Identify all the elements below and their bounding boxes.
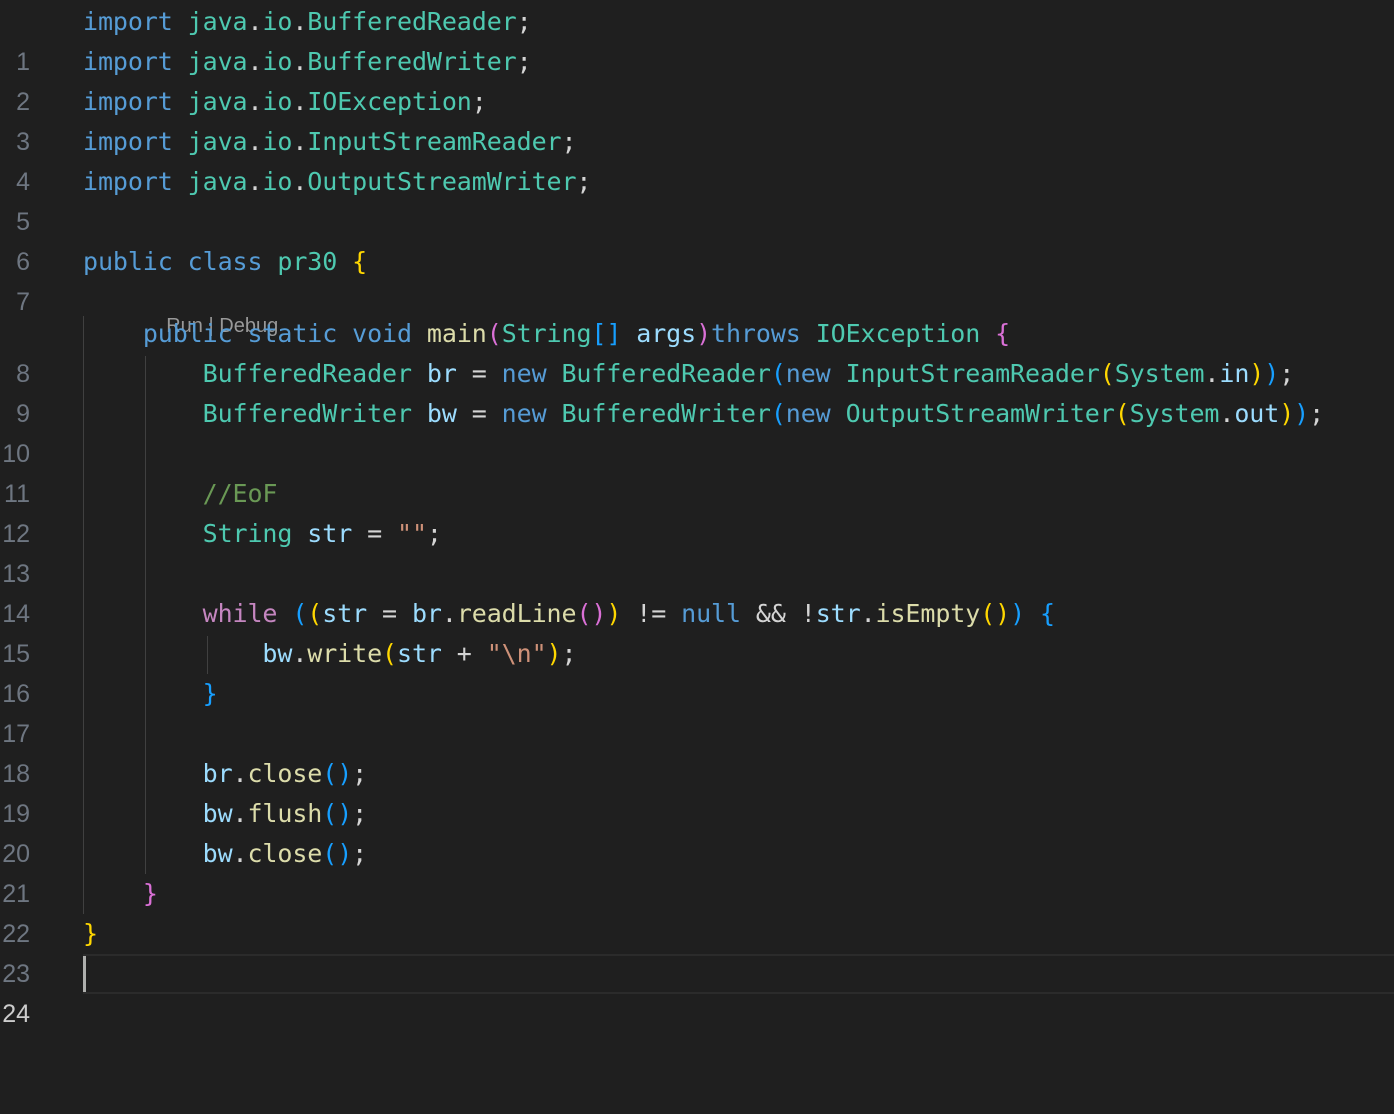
code-line[interactable]: 10 BufferedWriter bw = new BufferedWrite… xyxy=(0,394,1394,468)
line-text[interactable]: bw.flush(); xyxy=(83,794,368,834)
line-text[interactable]: import java.io.BufferedReader; xyxy=(83,2,532,42)
code-line[interactable]: 19 br.close(); xyxy=(0,754,1394,828)
line-number: 24 xyxy=(2,1000,30,1028)
code-line[interactable]: 23 } xyxy=(0,914,1394,988)
line-text[interactable]: import java.io.IOException; xyxy=(83,82,487,122)
line-text[interactable]: BufferedReader br = new BufferedReader(n… xyxy=(83,354,1295,394)
code-line[interactable]: 4 import java.io.InputStreamReader; xyxy=(0,122,1394,196)
line-text[interactable]: bw.close(); xyxy=(83,834,368,874)
code-line[interactable]: 17 } xyxy=(0,674,1394,748)
line-text[interactable]: import java.io.InputStreamReader; xyxy=(83,122,577,162)
line-text[interactable]: while ((str = br.readLine()) != null && … xyxy=(83,594,1055,634)
code-line[interactable]: 15 while ((str = br.readLine()) != null … xyxy=(0,594,1394,668)
code-line[interactable]: 13 String str = ""; xyxy=(0,514,1394,588)
line-text[interactable]: br.close(); xyxy=(83,754,368,794)
code-line[interactable]: 3 import java.io.IOException; xyxy=(0,82,1394,156)
code-line[interactable]: 2 import java.io.BufferedWriter; xyxy=(0,42,1394,116)
line-text[interactable]: import java.io.OutputStreamWriter; xyxy=(83,162,591,202)
line-text[interactable]: } xyxy=(83,874,158,914)
code-line[interactable]: 5 import java.io.OutputStreamWriter; xyxy=(0,162,1394,236)
code-line[interactable]: 8 public static void main(String[] args)… xyxy=(0,314,1394,388)
code-line[interactable]: 21 bw.close(); xyxy=(0,834,1394,908)
code-line[interactable]: 11 xyxy=(0,434,1394,508)
line-text[interactable]: //EoF xyxy=(83,474,278,514)
line-text[interactable]: } xyxy=(83,914,98,954)
code-line[interactable]: 22 } xyxy=(0,874,1394,948)
line-text[interactable]: } xyxy=(83,674,218,714)
codelens: Run | Debug xyxy=(144,284,278,337)
code-line[interactable]: 18 xyxy=(0,714,1394,788)
code-line[interactable]: 12 //EoF xyxy=(0,474,1394,548)
line-text[interactable]: BufferedWriter bw = new BufferedWriter(n… xyxy=(83,394,1325,434)
code-line[interactable]: 9 BufferedReader br = new BufferedReader… xyxy=(0,354,1394,428)
line-text[interactable]: bw.write(str + "\n"); xyxy=(83,634,576,674)
line-text[interactable]: public class pr30 { xyxy=(83,242,367,282)
code-line[interactable]: 7 public class pr30 { xyxy=(0,242,1394,316)
line-text[interactable]: public static void main(String[] args)th… xyxy=(83,314,1010,354)
code-line[interactable]: 14 xyxy=(0,554,1394,628)
code-line[interactable]: 24 xyxy=(0,954,1394,1028)
code-line[interactable]: 16 bw.write(str + "\n"); xyxy=(0,634,1394,708)
code-line[interactable]: 20 bw.flush(); xyxy=(0,794,1394,868)
line-text[interactable]: String str = ""; xyxy=(83,514,442,554)
code-line[interactable]: 1 import java.io.BufferedReader; xyxy=(0,2,1394,76)
line-text[interactable]: import java.io.BufferedWriter; xyxy=(83,42,532,82)
code-editor[interactable]: Run | Debug 1 import java.io.BufferedRea… xyxy=(0,0,1394,1040)
code-line[interactable]: 6 xyxy=(0,202,1394,276)
